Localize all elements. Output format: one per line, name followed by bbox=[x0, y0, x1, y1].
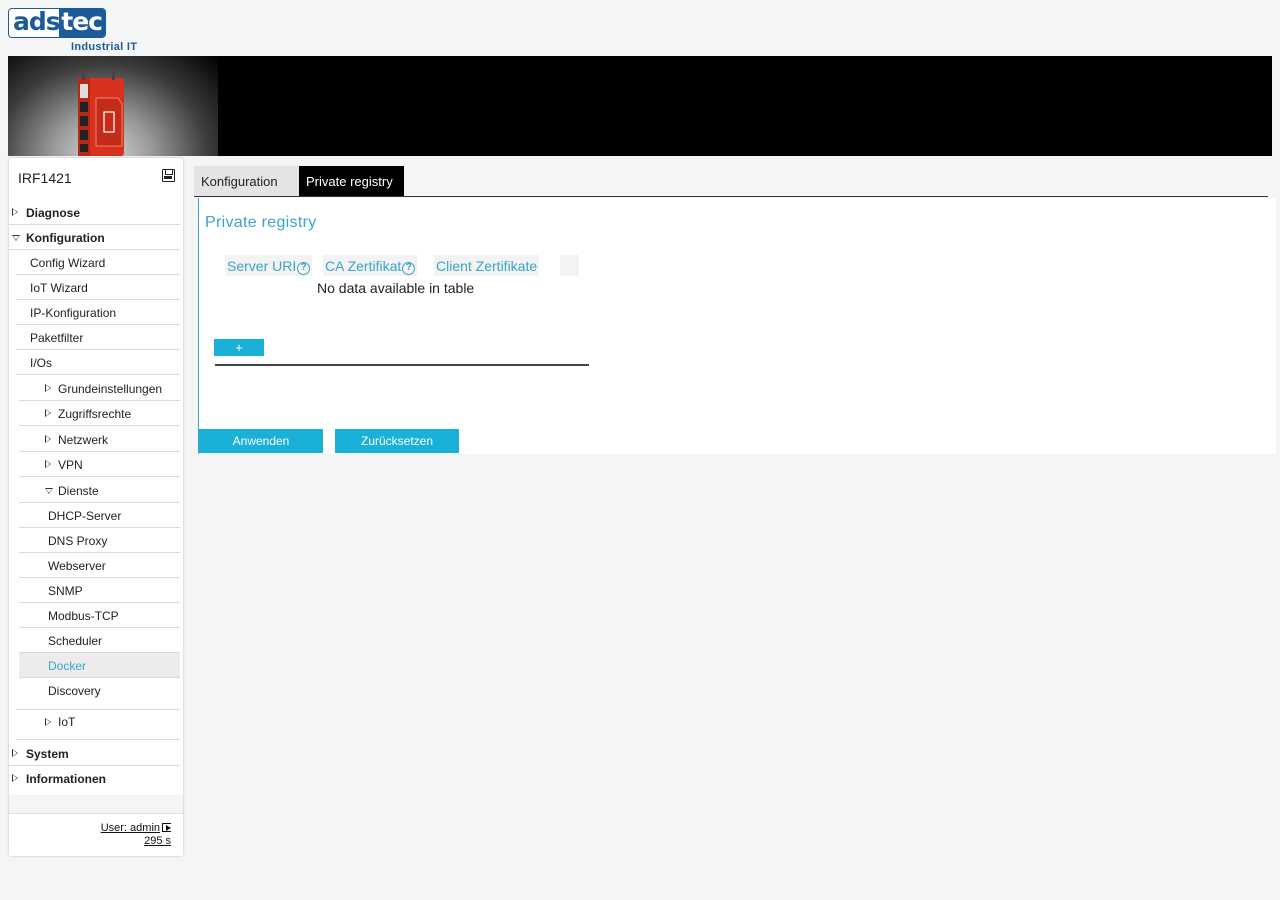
expand-arrow-icon bbox=[45, 435, 51, 443]
sidebar-item-netzwerk[interactable]: Netzwerk bbox=[19, 427, 180, 452]
expand-arrow-icon bbox=[45, 384, 51, 392]
expand-arrow-icon bbox=[45, 460, 51, 468]
tab-bar: Konfiguration Private registry bbox=[194, 166, 1268, 197]
sidebar-item-docker[interactable]: Docker bbox=[19, 653, 180, 678]
sidebar-item-grundeinstellungen[interactable]: Grundeinstellungen bbox=[19, 376, 180, 401]
apply-button[interactable]: Anwenden bbox=[199, 429, 323, 453]
page-title: Private registry bbox=[205, 214, 317, 231]
sidebar-item-dns-proxy[interactable]: DNS Proxy bbox=[19, 528, 180, 553]
column-header-server-uri[interactable]: Server URI? bbox=[225, 255, 313, 276]
sidebar-footer: User: admin 295 s bbox=[9, 813, 183, 856]
collapse-arrow-icon bbox=[12, 235, 20, 241]
expand-arrow-icon bbox=[12, 208, 18, 216]
sidebar-item-ios[interactable]: I/Os bbox=[16, 350, 180, 375]
router-device-image bbox=[78, 70, 124, 156]
sidebar-item-dhcp-server[interactable]: DHCP-Server bbox=[19, 503, 180, 528]
device-name: IRF1421 bbox=[18, 170, 72, 186]
sidebar-item-discovery[interactable]: Discovery bbox=[19, 678, 180, 703]
sidebar-item-scheduler[interactable]: Scheduler bbox=[19, 628, 180, 653]
expand-arrow-icon bbox=[45, 718, 51, 726]
logo-tagline: Industrial IT bbox=[71, 41, 138, 53]
sidebar: IRF1421 Diagnose Konfiguration Config Wi… bbox=[9, 158, 183, 856]
expand-arrow-icon bbox=[12, 749, 18, 757]
collapse-arrow-icon bbox=[45, 488, 53, 494]
sidebar-header: IRF1421 bbox=[9, 158, 183, 196]
header-banner bbox=[8, 56, 1272, 156]
reset-button[interactable]: Zurücksetzen bbox=[335, 429, 459, 453]
user-link[interactable]: User: admin bbox=[101, 822, 160, 834]
sidebar-spacer bbox=[9, 795, 183, 813]
session-timer[interactable]: 295 s bbox=[144, 835, 171, 847]
expand-arrow-icon bbox=[12, 774, 18, 782]
sidebar-item-webserver[interactable]: Webserver bbox=[19, 553, 180, 578]
adstec-logo: ads tec Industrial IT bbox=[8, 8, 138, 54]
sidebar-item-iot-wizard[interactable]: IoT Wizard bbox=[16, 275, 180, 300]
divider bbox=[215, 364, 589, 366]
sidebar-item-diagnose[interactable]: Diagnose bbox=[9, 200, 180, 225]
help-icon[interactable]: ? bbox=[402, 262, 416, 275]
sidebar-item-system[interactable]: System bbox=[9, 741, 180, 766]
logo-text-ads: ads bbox=[13, 8, 61, 36]
save-icon[interactable] bbox=[162, 169, 175, 182]
tab-private-registry[interactable]: Private registry bbox=[299, 166, 404, 196]
column-header-client-zertifikate[interactable]: Client Zertifikate bbox=[434, 255, 540, 276]
column-header-actions bbox=[560, 255, 579, 276]
help-icon[interactable]: ? bbox=[297, 262, 311, 275]
empty-table-message: No data available in table bbox=[317, 280, 475, 296]
registry-panel: Private registry Server URI? CA Zertifik… bbox=[198, 198, 1276, 454]
sidebar-item-config-wizard[interactable]: Config Wizard bbox=[16, 250, 180, 275]
sidebar-item-informationen[interactable]: Informationen bbox=[9, 766, 180, 791]
sidebar-item-ip-konfiguration[interactable]: IP-Konfiguration bbox=[16, 300, 180, 325]
logo-text-tec: tec bbox=[61, 8, 103, 36]
sidebar-item-konfiguration[interactable]: Konfiguration bbox=[9, 225, 180, 250]
sidebar-item-paketfilter[interactable]: Paketfilter bbox=[16, 325, 180, 350]
add-entry-button[interactable]: + bbox=[214, 339, 264, 356]
logout-icon[interactable] bbox=[162, 823, 171, 832]
column-header-ca-zertifikat[interactable]: CA Zertifikat? bbox=[323, 255, 418, 276]
logo-box: ads tec bbox=[8, 8, 106, 38]
sidebar-item-zugriffsrechte[interactable]: Zugriffsrechte bbox=[19, 401, 180, 426]
sidebar-item-vpn[interactable]: VPN bbox=[19, 452, 180, 477]
sidebar-item-iot[interactable]: IoT bbox=[16, 709, 180, 740]
sidebar-item-snmp[interactable]: SNMP bbox=[19, 578, 180, 603]
expand-arrow-icon bbox=[45, 409, 51, 417]
tab-konfiguration[interactable]: Konfiguration bbox=[194, 166, 299, 196]
sidebar-item-dienste[interactable]: Dienste bbox=[19, 478, 180, 503]
sidebar-item-modbus-tcp[interactable]: Modbus-TCP bbox=[19, 603, 180, 628]
